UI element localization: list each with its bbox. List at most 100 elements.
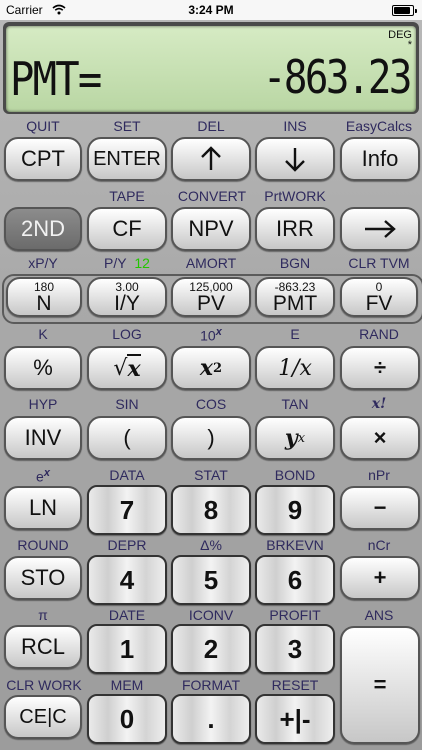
decimal-button[interactable]: . [171, 694, 251, 744]
n-label: N [36, 291, 52, 315]
label-e-base: e [36, 468, 44, 485]
enter-button[interactable]: ENTER [87, 137, 167, 181]
label-xpy: xP/Y [28, 255, 58, 271]
close-paren-button[interactable]: ) [171, 416, 251, 460]
sqrt-label: x [127, 354, 141, 382]
label-clr-tvm: CLR TVM [348, 255, 410, 271]
digit-4-button[interactable]: 4 [87, 555, 167, 605]
label-py: P/Y 12 [87, 255, 167, 271]
digit-5-button[interactable]: 5 [171, 555, 251, 605]
equals-button[interactable]: = [340, 626, 420, 744]
pv-label: PV [196, 291, 225, 315]
pv-button[interactable]: 125,000 PV [171, 277, 251, 317]
down-button[interactable] [255, 137, 335, 181]
label-bgn: BGN [279, 255, 311, 271]
fv-value: 0 [375, 279, 383, 294]
label-tan: TAN [281, 396, 309, 412]
sqrt-button[interactable]: √ x [87, 346, 167, 390]
digit-8-button[interactable]: 8 [171, 485, 251, 535]
irr-button[interactable]: IRR [255, 207, 335, 251]
label-iconv: ICONV [188, 607, 234, 623]
label-hyp: HYP [28, 396, 58, 412]
label-format: FORMAT [181, 677, 241, 693]
battery-icon [392, 5, 417, 16]
label-profit: PROFIT [269, 607, 321, 623]
percent-button[interactable]: % [4, 346, 82, 390]
label-sin: SIN [115, 396, 139, 412]
digit-7-button[interactable]: 7 [87, 485, 167, 535]
second-function-button[interactable]: 2ND [4, 207, 82, 251]
iy-button[interactable]: 3.00 I/Y [87, 277, 167, 317]
up-arrow-icon [201, 146, 221, 170]
label-easycalcs: EasyCalcs [345, 118, 413, 134]
ln-button[interactable]: LN [4, 486, 82, 530]
power-label: y [284, 425, 298, 451]
label-delta-percent: Δ% [200, 537, 222, 553]
inv-button[interactable]: INV [4, 416, 82, 460]
divide-button[interactable]: ÷ [340, 346, 420, 390]
label-exp: ex [36, 467, 50, 485]
right-arrow-button[interactable] [340, 207, 420, 251]
label-prtwork: PrtWORK [264, 188, 326, 204]
pmt-button[interactable]: -863.23 PMT [255, 277, 335, 317]
label-brkevn: BRKEVN [266, 537, 324, 553]
label-stat: STAT [194, 467, 228, 483]
iy-value: 3.00 [115, 279, 139, 294]
display-value: -863.23 [263, 50, 412, 104]
digit-1-button[interactable]: 1 [87, 624, 167, 674]
digit-3-button[interactable]: 3 [255, 624, 335, 674]
label-depr: DEPR [107, 537, 147, 553]
rcl-button[interactable]: RCL [4, 625, 82, 669]
sqrt-icon: √ [113, 355, 128, 381]
clear-entry-button[interactable]: CE|C [4, 695, 82, 739]
clock: 3:24 PM [188, 3, 234, 17]
fv-label: FV [365, 291, 393, 315]
plus-button[interactable]: + [340, 556, 420, 600]
label-set: SET [113, 118, 141, 134]
square-label: x [199, 355, 214, 381]
cpt-button[interactable]: CPT [4, 137, 82, 181]
angle-mode: DEG * [388, 30, 412, 51]
sign-change-button[interactable]: +|- [255, 694, 335, 744]
pmt-label: PMT [272, 291, 318, 315]
fv-button[interactable]: 0 FV [340, 277, 418, 317]
up-button[interactable] [171, 137, 251, 181]
right-arrow-icon [365, 220, 396, 238]
label-quit: QUIT [26, 118, 60, 134]
n-value: 180 [33, 279, 55, 294]
label-ans: ANS [364, 607, 394, 623]
label-factorial: x! [371, 396, 387, 412]
minus-button[interactable]: − [340, 486, 420, 530]
digit-9-button[interactable]: 9 [255, 485, 335, 535]
reciprocal-button[interactable]: 1/x [255, 346, 335, 390]
multiply-button[interactable]: × [340, 416, 420, 460]
label-log: LOG [112, 326, 142, 342]
py-value: 12 [134, 255, 150, 271]
label-ten: 10 [200, 327, 216, 344]
label-amort: AMORT [185, 255, 237, 271]
label-rand: RAND [359, 326, 399, 342]
info-button[interactable]: Info [340, 137, 420, 181]
label-pi: π [38, 607, 48, 623]
second-indicator: * [407, 39, 412, 51]
display-variable: PMT= [10, 52, 102, 106]
label-round: ROUND [17, 537, 69, 553]
label-data: DATA [109, 467, 145, 483]
status-bar: Carrier 3:24 PM [0, 0, 422, 20]
iy-label: I/Y [114, 291, 140, 315]
npv-button[interactable]: NPV [171, 207, 251, 251]
label-ins: INS [283, 118, 307, 134]
label-date: DATE [108, 607, 146, 623]
square-button[interactable]: x2 [171, 346, 251, 390]
label-bond: BOND [274, 467, 316, 483]
label-e: E [290, 326, 300, 342]
digit-6-button[interactable]: 6 [255, 555, 335, 605]
n-button[interactable]: 180 N [6, 277, 82, 317]
down-arrow-icon [285, 148, 305, 172]
digit-2-button[interactable]: 2 [171, 624, 251, 674]
cf-button[interactable]: CF [87, 207, 167, 251]
open-paren-button[interactable]: ( [87, 416, 167, 460]
power-button[interactable]: yx [255, 416, 335, 460]
sto-button[interactable]: STO [4, 556, 82, 600]
digit-0-button[interactable]: 0 [87, 694, 167, 744]
